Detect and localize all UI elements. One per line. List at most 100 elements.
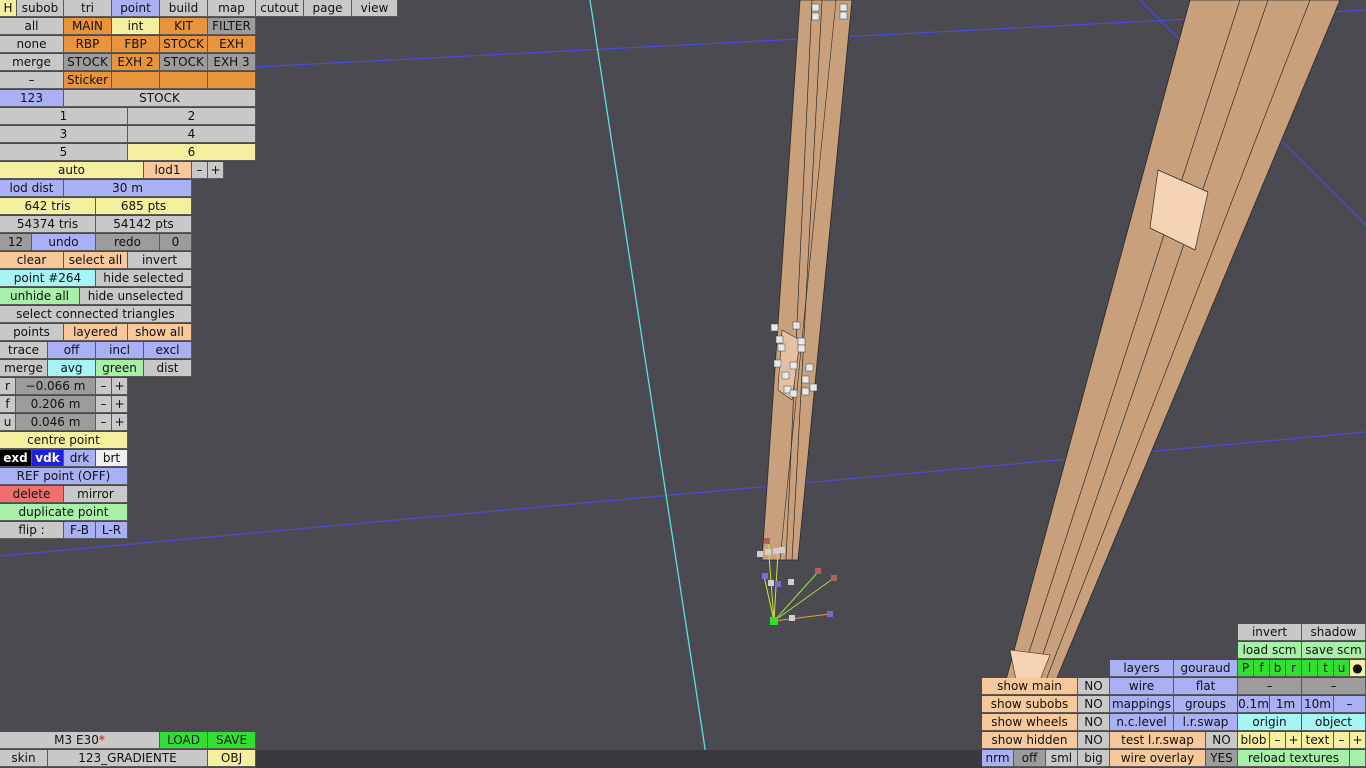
blob-button[interactable]: blob	[1238, 732, 1270, 749]
menu-cutout[interactable]: cutout	[256, 0, 304, 17]
subob-id[interactable]: 123	[0, 90, 64, 107]
delete-button[interactable]: delete	[0, 486, 64, 503]
view-t[interactable]: t	[1318, 660, 1334, 677]
flip-lr-button[interactable]: L-R	[96, 522, 128, 539]
text-plus[interactable]: +	[1350, 732, 1366, 749]
centre-point-button[interactable]: centre point	[0, 432, 128, 449]
merge-button[interactable]: merge	[0, 360, 48, 377]
menu-h[interactable]: H	[0, 0, 17, 17]
layered-button[interactable]: layered	[64, 324, 128, 341]
dash-button-1[interactable]: –	[1238, 678, 1302, 695]
menu-map[interactable]: map	[208, 0, 256, 17]
merge-green-button[interactable]: green	[96, 360, 144, 377]
sel-exh-3[interactable]: EXH 3	[208, 54, 256, 71]
coord-r-plus[interactable]: +	[112, 378, 128, 395]
merge-dist-button[interactable]: dist	[144, 360, 192, 377]
num-2[interactable]: 2	[128, 108, 256, 125]
wire-overlay-button[interactable]: wire overlay	[1110, 750, 1206, 767]
undo-button[interactable]: undo	[32, 234, 96, 251]
menu-view[interactable]: view	[352, 0, 398, 17]
sel-none[interactable]: none	[0, 36, 64, 53]
display-brt[interactable]: brt	[96, 450, 128, 467]
sel-merge[interactable]: merge	[0, 54, 64, 71]
mode-nrm[interactable]: nrm	[982, 750, 1014, 767]
nc-level-button[interactable]: n.c.level	[1110, 714, 1174, 731]
shadow-button[interactable]: shadow	[1302, 624, 1366, 641]
num-6[interactable]: 6	[128, 144, 256, 161]
wire-overlay-value[interactable]: YES	[1206, 750, 1238, 767]
menu-point[interactable]: point	[112, 0, 160, 17]
view-p[interactable]: P	[1238, 660, 1254, 677]
sel-int[interactable]: int	[112, 18, 160, 35]
num-1[interactable]: 1	[0, 108, 128, 125]
merge-avg-button[interactable]: avg	[48, 360, 96, 377]
sel-filter[interactable]: FILTER	[208, 18, 256, 35]
show-subobs-value[interactable]: NO	[1078, 696, 1110, 713]
mode-big[interactable]: big	[1078, 750, 1110, 767]
menu-page[interactable]: page	[304, 0, 352, 17]
grid-01m-button[interactable]: 0.1m	[1238, 696, 1270, 713]
lod-level[interactable]: lod1	[144, 162, 192, 179]
sel-main[interactable]: MAIN	[64, 18, 112, 35]
show-hidden-label[interactable]: show hidden	[982, 732, 1078, 749]
skin-name[interactable]: 123_GRADIENTE	[48, 750, 208, 767]
view-b[interactable]: b	[1270, 660, 1286, 677]
coord-f-minus[interactable]: –	[96, 396, 112, 413]
text-button[interactable]: text	[1302, 732, 1334, 749]
points-button[interactable]: points	[0, 324, 64, 341]
trace-incl-button[interactable]: incl	[96, 342, 144, 359]
gouraud-button[interactable]: gouraud	[1174, 660, 1238, 677]
sel-dash[interactable]: –	[0, 72, 64, 89]
coord-u-plus[interactable]: +	[112, 414, 128, 431]
sel-fbp[interactable]: FBP	[112, 36, 160, 53]
lod-auto[interactable]: auto	[0, 162, 144, 179]
sel-exh-2[interactable]: EXH 2	[112, 54, 160, 71]
sel-empty-2[interactable]	[160, 72, 208, 89]
grid-1m-button[interactable]: 1m	[1270, 696, 1302, 713]
blob-plus[interactable]: +	[1286, 732, 1302, 749]
hide-unselected-button[interactable]: hide unselected	[80, 288, 192, 305]
flip-fb-button[interactable]: F-B	[64, 522, 96, 539]
show-hidden-value[interactable]: NO	[1078, 732, 1110, 749]
sel-stock-2[interactable]: STOCK	[64, 54, 112, 71]
num-4[interactable]: 4	[128, 126, 256, 143]
select-all-button[interactable]: select all	[64, 252, 128, 269]
text-minus[interactable]: –	[1334, 732, 1350, 749]
test-lr-swap-button[interactable]: test l.r.swap	[1110, 732, 1206, 749]
unhide-all-button[interactable]: unhide all	[0, 288, 80, 305]
coord-f-value[interactable]: 0.206 m	[16, 396, 96, 413]
menu-build[interactable]: build	[160, 0, 208, 17]
show-main-value[interactable]: NO	[1078, 678, 1110, 695]
layers-button[interactable]: layers	[1110, 660, 1174, 677]
sel-exh[interactable]: EXH	[208, 36, 256, 53]
coord-r-minus[interactable]: –	[96, 378, 112, 395]
show-wheels-value[interactable]: NO	[1078, 714, 1110, 731]
ref-point-button[interactable]: REF point (OFF)	[0, 468, 128, 485]
trace-excl-button[interactable]: excl	[144, 342, 192, 359]
coord-u-minus[interactable]: –	[96, 414, 112, 431]
sel-all[interactable]: all	[0, 18, 64, 35]
obj-button[interactable]: OBJ	[208, 750, 256, 767]
coord-u-value[interactable]: 0.046 m	[16, 414, 96, 431]
view-l[interactable]: l	[1302, 660, 1318, 677]
load-button[interactable]: LOAD	[160, 732, 208, 749]
invert-button[interactable]: invert	[1238, 624, 1302, 641]
save-scm-button[interactable]: save scm	[1302, 642, 1366, 659]
hide-selected-button[interactable]: hide selected	[96, 270, 192, 287]
num-5[interactable]: 5	[0, 144, 128, 161]
duplicate-point-button[interactable]: duplicate point	[0, 504, 128, 521]
lod-minus-button[interactable]: –	[192, 162, 208, 179]
show-wheels-label[interactable]: show wheels	[982, 714, 1078, 731]
sel-kit[interactable]: KIT	[160, 18, 208, 35]
sel-empty-1[interactable]	[112, 72, 160, 89]
save-button[interactable]: SAVE	[208, 732, 256, 749]
menu-subob[interactable]: subob	[17, 0, 64, 17]
view-r[interactable]: r	[1286, 660, 1302, 677]
trace-off-button[interactable]: off	[48, 342, 96, 359]
mode-sml[interactable]: sml	[1046, 750, 1078, 767]
dot-icon[interactable]: ●	[1350, 660, 1366, 677]
redo-button[interactable]: redo	[96, 234, 160, 251]
groups-button[interactable]: groups	[1174, 696, 1238, 713]
lod-dist-value[interactable]: 30 m	[64, 180, 192, 197]
view-u[interactable]: u	[1334, 660, 1350, 677]
